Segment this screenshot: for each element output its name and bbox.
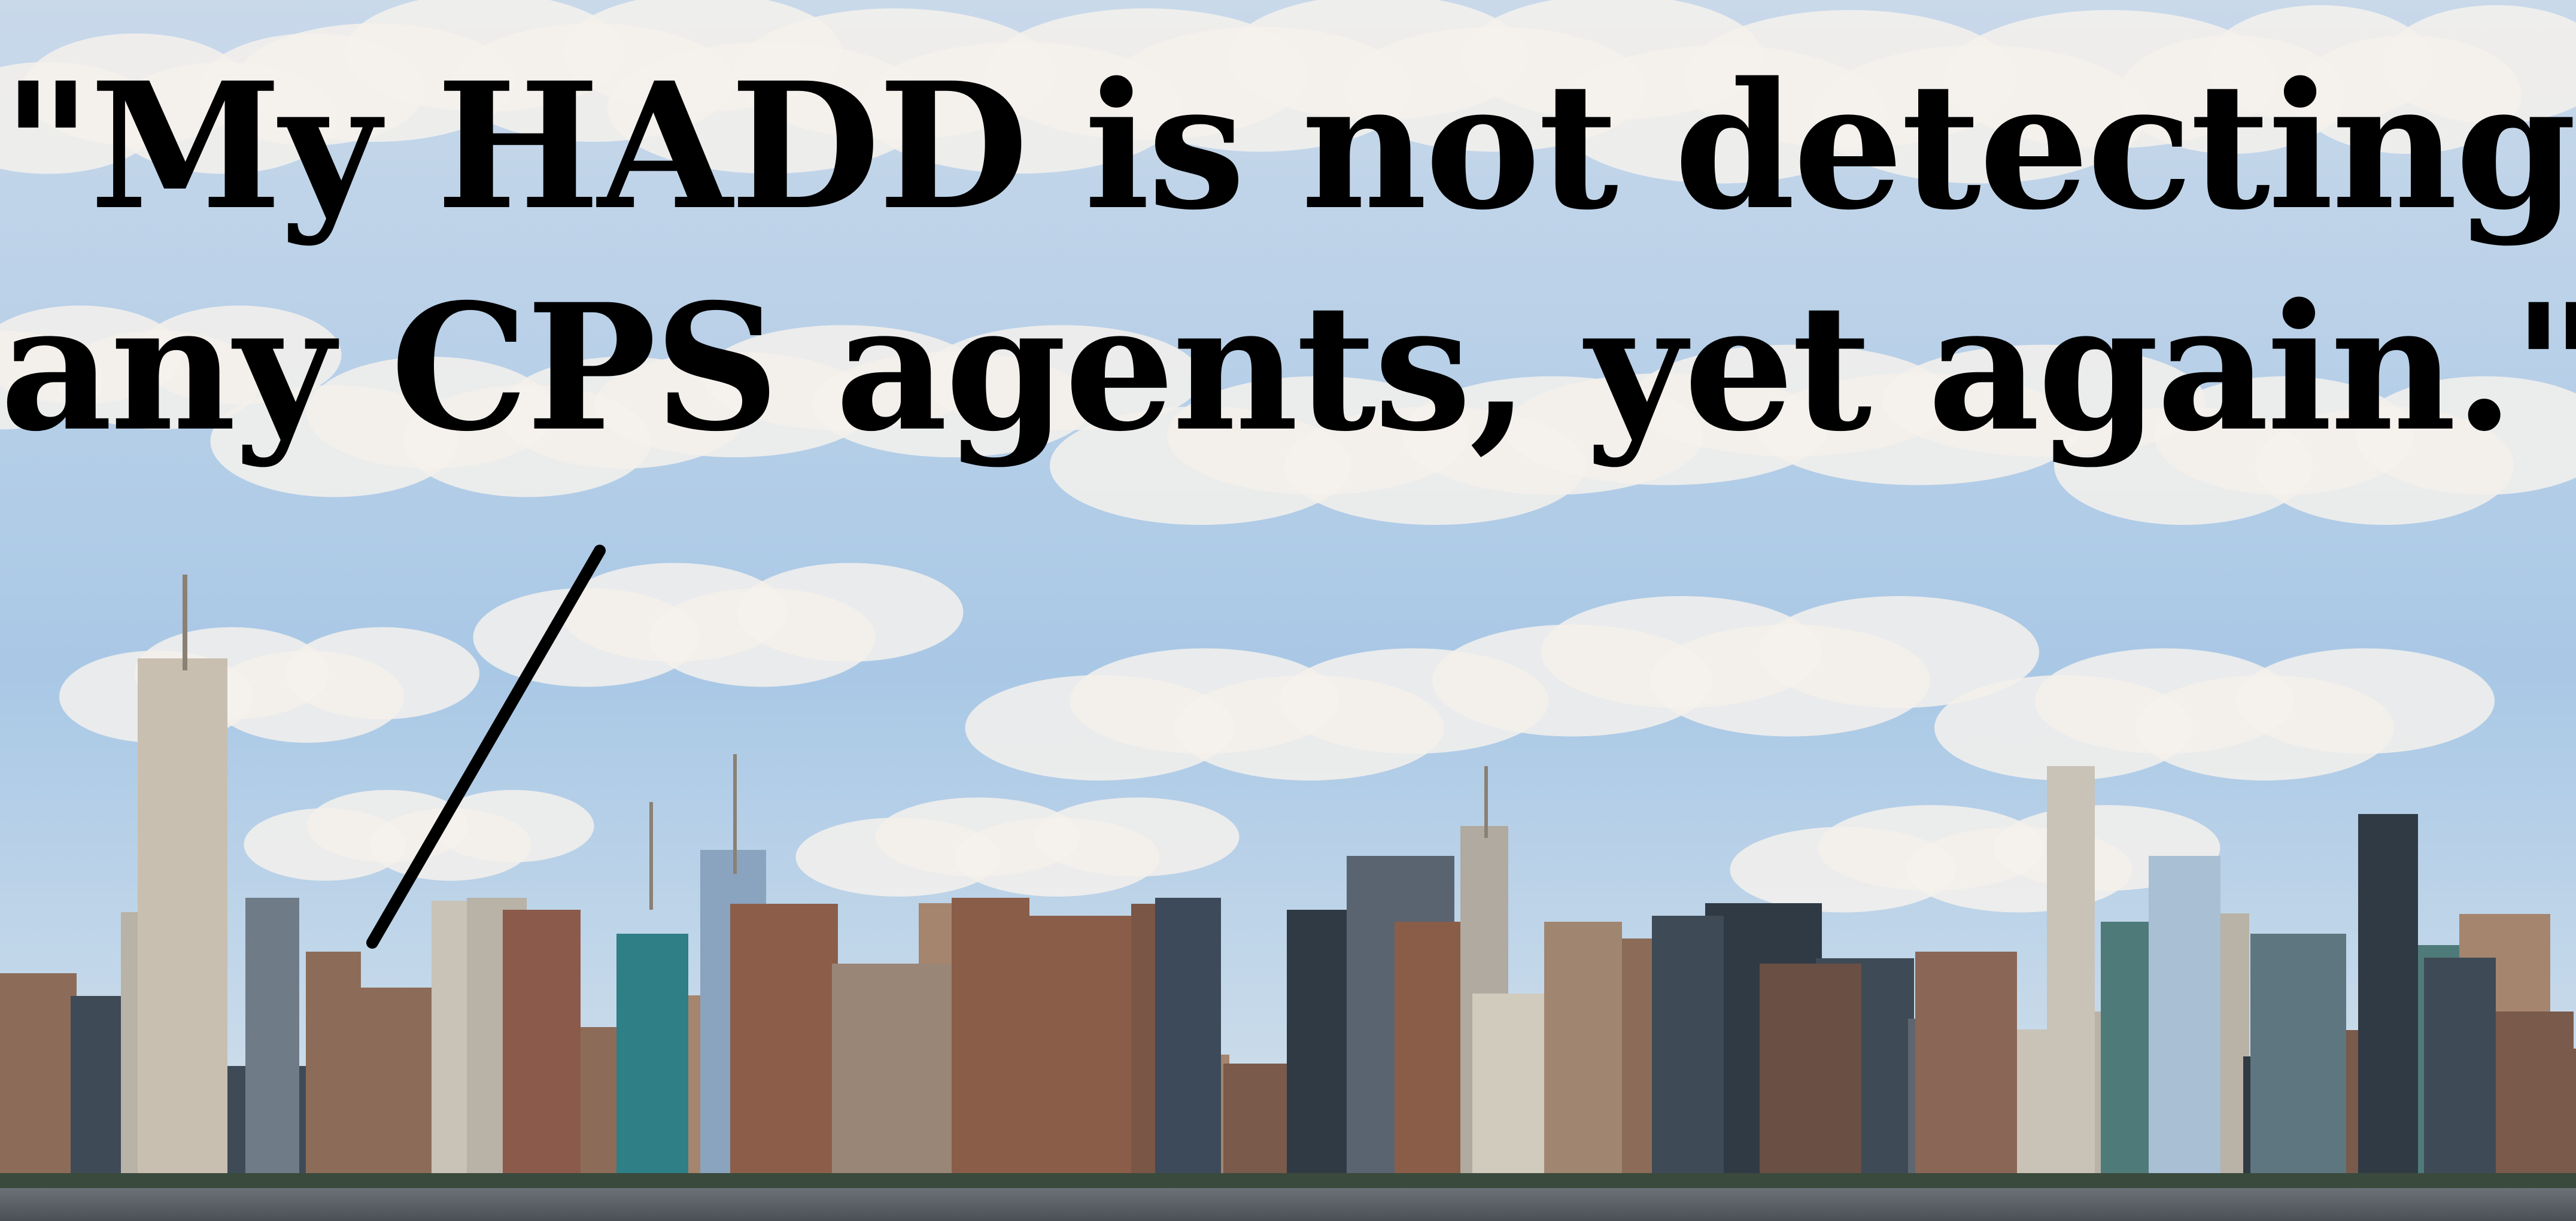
building [71, 996, 127, 1188]
building [1544, 922, 1622, 1188]
building [1484, 766, 1488, 838]
water [0, 1188, 2576, 1221]
cloud [737, 563, 964, 662]
building [306, 952, 361, 1188]
building [733, 754, 737, 874]
building [2047, 766, 2095, 1188]
building [832, 964, 952, 1188]
cloud [285, 627, 479, 719]
building [1652, 916, 1724, 1188]
building [616, 934, 688, 1188]
building [503, 910, 581, 1188]
building [355, 988, 438, 1188]
building [2496, 1012, 2574, 1188]
building [952, 898, 1029, 1188]
building [1029, 916, 1131, 1188]
building [1155, 898, 1221, 1188]
building [0, 1173, 2576, 1190]
building [2424, 958, 2496, 1188]
cloud [2236, 648, 2495, 754]
building [2250, 934, 2346, 1188]
building [1915, 952, 2017, 1188]
building [245, 898, 299, 1188]
building [183, 575, 187, 670]
building [138, 658, 227, 1188]
building [1223, 1064, 1297, 1188]
cloud [1034, 797, 1240, 877]
building [432, 901, 472, 1188]
building [730, 904, 838, 1188]
building [0, 973, 77, 1188]
building [1760, 964, 1861, 1188]
quote-line-1: "My HADD is not detecting [1, 45, 2576, 248]
building [2149, 856, 2220, 1188]
building [2358, 814, 2418, 1188]
quote-caption: "My HADD is not detecting any CPS agents… [0, 36, 2576, 479]
building [649, 802, 653, 910]
building [1472, 994, 1544, 1188]
quote-line-2: any CPS agents, yet again." [0, 266, 2576, 470]
